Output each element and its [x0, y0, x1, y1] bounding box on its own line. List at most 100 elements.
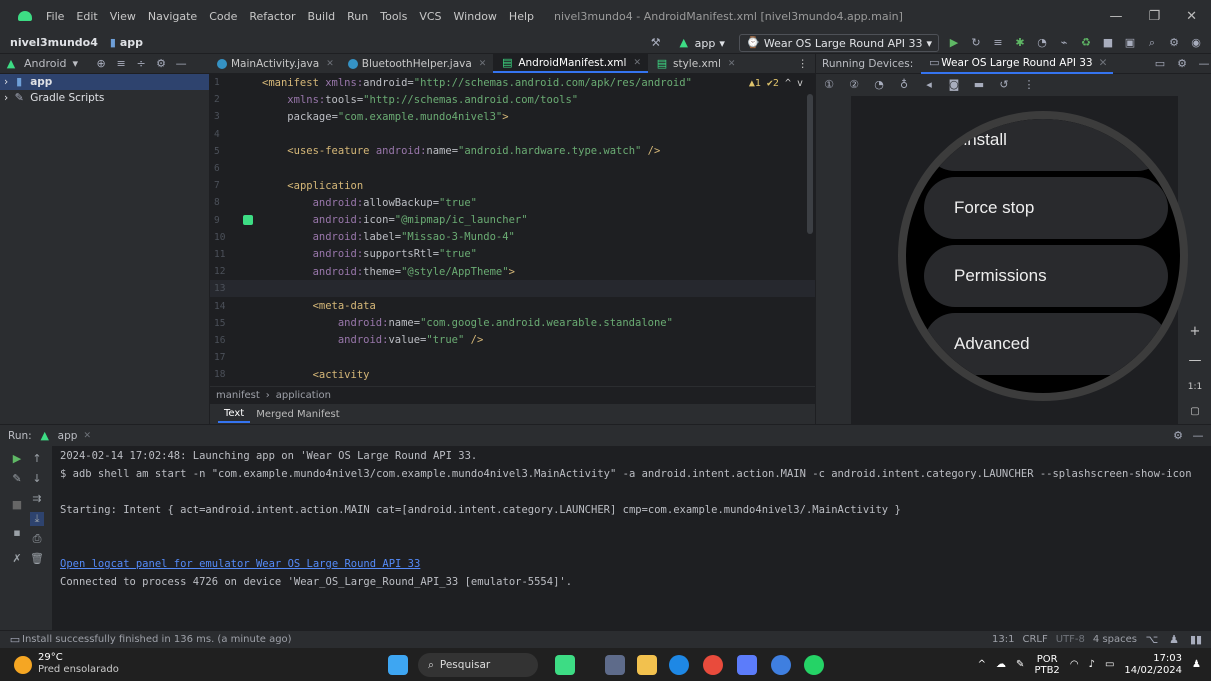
- locate-icon[interactable]: ⊕: [94, 57, 108, 71]
- second-button-icon[interactable]: ②: [847, 78, 861, 92]
- language-indicator[interactable]: POR PTB2: [1034, 654, 1059, 676]
- close-tab-icon[interactable]: ✕: [1099, 57, 1108, 69]
- branch-icon[interactable]: ⌥: [1145, 633, 1159, 647]
- apply-changes-icon[interactable]: ↻: [969, 36, 983, 50]
- store-icon[interactable]: [771, 655, 791, 675]
- stop-icon[interactable]: ■: [1101, 36, 1115, 50]
- close-tab-icon[interactable]: ✕: [479, 59, 487, 69]
- device-manager-icon[interactable]: ▣: [1123, 36, 1137, 50]
- chevron-right-icon[interactable]: ›: [4, 76, 8, 88]
- tab-main-activity[interactable]: MainActivity.java ✕: [210, 54, 341, 73]
- sync-gradle-icon[interactable]: ♻: [1079, 36, 1093, 50]
- code-line[interactable]: 5 <uses-feature android:name="android.ha…: [210, 143, 815, 160]
- gutter[interactable]: [240, 280, 256, 297]
- search-icon[interactable]: ⌕: [1145, 36, 1159, 50]
- emulator-screen[interactable]: ninstall Force stop Permissions Advanced: [851, 96, 1188, 424]
- file-encoding[interactable]: UTF-8: [1056, 634, 1085, 645]
- attach-debugger-icon[interactable]: ⌁: [1057, 36, 1071, 50]
- gutter[interactable]: [240, 332, 256, 349]
- watch-display[interactable]: ninstall Force stop Permissions Advanced: [898, 111, 1188, 401]
- run-icon[interactable]: ▶: [947, 36, 961, 50]
- hammer-icon[interactable]: ⚒: [649, 36, 663, 50]
- code-line[interactable]: 17: [210, 349, 815, 366]
- zoom-out-button[interactable]: —: [1189, 353, 1202, 368]
- gear-icon[interactable]: ⚙: [1167, 36, 1181, 50]
- screenshot-icon[interactable]: ◙: [947, 78, 961, 92]
- code-line[interactable]: 12 android:theme="@style/AppTheme">: [210, 263, 815, 280]
- tab-style-xml[interactable]: ▤ style.xml ✕: [648, 54, 742, 73]
- gutter[interactable]: [240, 194, 256, 211]
- back-icon[interactable]: ◂: [922, 78, 936, 92]
- scroll-to-end-icon[interactable]: ⤓: [30, 512, 44, 526]
- code-line[interactable]: 10 android:label="Missao-3-Mundo-4": [210, 229, 815, 246]
- project-view-selector[interactable]: Android: [24, 57, 67, 70]
- inspection-widget[interactable]: ▲1 ✔2 ^ v: [749, 78, 803, 89]
- watch-item-advanced[interactable]: Advanced: [924, 313, 1168, 375]
- gutter[interactable]: [240, 74, 256, 91]
- more-options-icon[interactable]: ⋮: [1022, 78, 1036, 92]
- chevron-right-icon[interactable]: ›: [4, 92, 8, 104]
- rerun-icon[interactable]: ▶: [10, 452, 24, 466]
- apply-code-icon[interactable]: ≡: [991, 36, 1005, 50]
- editor-scrollbar[interactable]: [807, 94, 813, 234]
- file-explorer-icon[interactable]: [637, 655, 657, 675]
- power-button-icon[interactable]: ①: [822, 78, 836, 92]
- logcat-link[interactable]: Open logcat panel for emulator Wear OS L…: [60, 558, 1211, 576]
- code-line[interactable]: 8 android:allowBackup="true": [210, 194, 815, 211]
- code-line[interactable]: 3 package="com.example.mundo4nivel3">: [210, 108, 815, 125]
- trash-icon[interactable]: 🗑: [30, 552, 44, 566]
- gutter[interactable]: [240, 349, 256, 366]
- menu-item-window[interactable]: Window: [448, 10, 503, 23]
- tree-item-gradle-scripts[interactable]: › ✎ Gradle Scripts: [0, 90, 209, 106]
- breadcrumb-module[interactable]: ▮ app: [106, 36, 143, 50]
- stop-icon[interactable]: ■: [10, 498, 24, 512]
- gutter[interactable]: [240, 298, 256, 315]
- weather-widget[interactable]: 29°C Pred ensolarado: [38, 652, 119, 676]
- gutter[interactable]: [240, 91, 256, 108]
- expand-icon[interactable]: ÷: [134, 57, 148, 71]
- breadcrumb-project[interactable]: nivel3mundo4: [10, 36, 98, 49]
- menu-item-build[interactable]: Build: [302, 10, 342, 23]
- weather-sun-icon[interactable]: [14, 656, 32, 674]
- zoom-actual-button[interactable]: 1:1: [1188, 382, 1202, 392]
- snapshot-icon[interactable]: ↺: [997, 78, 1011, 92]
- code-editor[interactable]: 1 <manifest xmlns:android="http://schemas…: [210, 74, 815, 386]
- scroll-up-icon[interactable]: ↑: [30, 452, 44, 466]
- tilt-icon[interactable]: ♁: [897, 78, 911, 92]
- device-selector[interactable]: ⌚ Wear OS Large Round API 33 ▾: [738, 34, 939, 52]
- gear-icon[interactable]: ⚙: [1175, 57, 1189, 71]
- tab-android-manifest[interactable]: ▤ AndroidManifest.xml ✕: [493, 54, 648, 73]
- menu-item-run[interactable]: Run: [341, 10, 374, 23]
- layout-icon[interactable]: ▪: [10, 526, 24, 540]
- menu-item-vcs[interactable]: VCS: [413, 10, 447, 23]
- palm-icon[interactable]: ◔: [872, 78, 886, 92]
- memory-indicator-icon[interactable]: ▮▮: [1189, 633, 1203, 647]
- run-tab-app[interactable]: app: [58, 430, 78, 442]
- cloud-icon[interactable]: ☁: [996, 659, 1006, 670]
- caret-position[interactable]: 13:1: [992, 634, 1014, 645]
- run-console[interactable]: 2024-02-14 17:02:48: Launching app on 'W…: [52, 446, 1211, 630]
- hide-icon[interactable]: —: [174, 57, 188, 71]
- close-tab-icon[interactable]: ✕: [728, 59, 736, 69]
- android-studio-taskbar-icon[interactable]: [555, 655, 575, 675]
- battery-icon[interactable]: ▭: [1105, 659, 1114, 670]
- gear-icon[interactable]: ⚙: [1171, 429, 1185, 443]
- breadcrumb-manifest[interactable]: manifest: [216, 390, 260, 401]
- window-icon[interactable]: ▭: [1153, 57, 1167, 71]
- gutter[interactable]: [240, 229, 256, 246]
- line-separator[interactable]: CRLF: [1022, 634, 1047, 645]
- code-line[interactable]: 11 android:supportsRtl="true": [210, 246, 815, 263]
- whatsapp-icon[interactable]: [804, 655, 824, 675]
- code-line[interactable]: 13: [210, 280, 815, 298]
- wifi-icon[interactable]: ◠: [1070, 659, 1079, 670]
- maximize-button[interactable]: ❐: [1148, 9, 1160, 24]
- tree-item-app[interactable]: › ▮ app: [0, 74, 209, 90]
- debug-icon[interactable]: ✱: [1013, 36, 1027, 50]
- zoom-in-button[interactable]: +: [1190, 324, 1201, 339]
- taskbar-search[interactable]: ⌕ Pesquisar: [418, 653, 538, 677]
- panel-icon[interactable]: ▭: [8, 633, 22, 647]
- editor-options-button[interactable]: ⋮: [791, 54, 816, 73]
- app-icon[interactable]: [737, 655, 757, 675]
- indent-setting[interactable]: 4 spaces: [1093, 634, 1137, 645]
- pin-icon[interactable]: ✗: [10, 552, 24, 566]
